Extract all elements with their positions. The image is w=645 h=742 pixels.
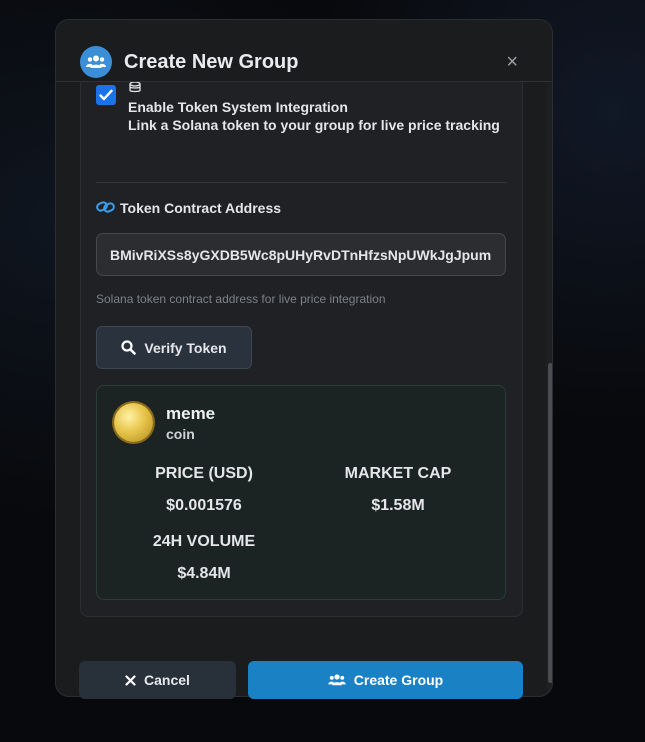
users-icon — [328, 674, 346, 686]
token-integration-description: Link a Solana token to your group for li… — [128, 117, 500, 133]
token-integration-checkbox[interactable] — [96, 85, 116, 105]
coin-logo-icon — [114, 403, 153, 442]
market-cap-label: MARKET CAP — [344, 465, 452, 482]
volume-label: 24H VOLUME — [152, 533, 256, 550]
verify-token-button[interactable]: Verify Token — [96, 326, 252, 369]
close-icon: × — [506, 51, 518, 73]
x-icon — [125, 674, 136, 686]
create-group-label: Create Group — [353, 672, 444, 688]
create-group-button[interactable]: Create Group — [248, 661, 523, 699]
search-icon — [121, 340, 137, 355]
cancel-button[interactable]: Cancel — [79, 661, 236, 699]
coins-icon — [128, 81, 142, 100]
contract-address-helper: Solana token contract address for live p… — [96, 292, 386, 306]
market-cap-value: $1.58M — [371, 497, 425, 514]
users-icon — [80, 46, 112, 78]
verify-token-label: Verify Token — [144, 339, 227, 356]
modal-title: Create New Group — [124, 51, 299, 73]
token-integration-title: Enable Token System Integration — [128, 99, 348, 115]
price-value: $0.001576 — [166, 497, 242, 514]
volume-value: $4.84M — [177, 565, 231, 582]
section-divider — [96, 182, 506, 183]
cancel-label: Cancel — [144, 672, 190, 688]
token-name: meme — [166, 404, 216, 423]
token-info-card: meme coin PRICE (USD) $0.001576 MARKET C… — [96, 385, 506, 600]
modal-header: Create New Group × — [56, 20, 552, 82]
contract-address-input[interactable] — [96, 233, 506, 276]
close-button[interactable]: × — [506, 51, 518, 73]
token-symbol: coin — [166, 426, 195, 442]
link-icon — [96, 200, 116, 219]
checkmark-icon — [99, 89, 113, 101]
scrollbar-thumb[interactable] — [548, 363, 552, 683]
contract-address-label: Token Contract Address — [120, 200, 282, 216]
price-label: PRICE (USD) — [155, 465, 253, 482]
